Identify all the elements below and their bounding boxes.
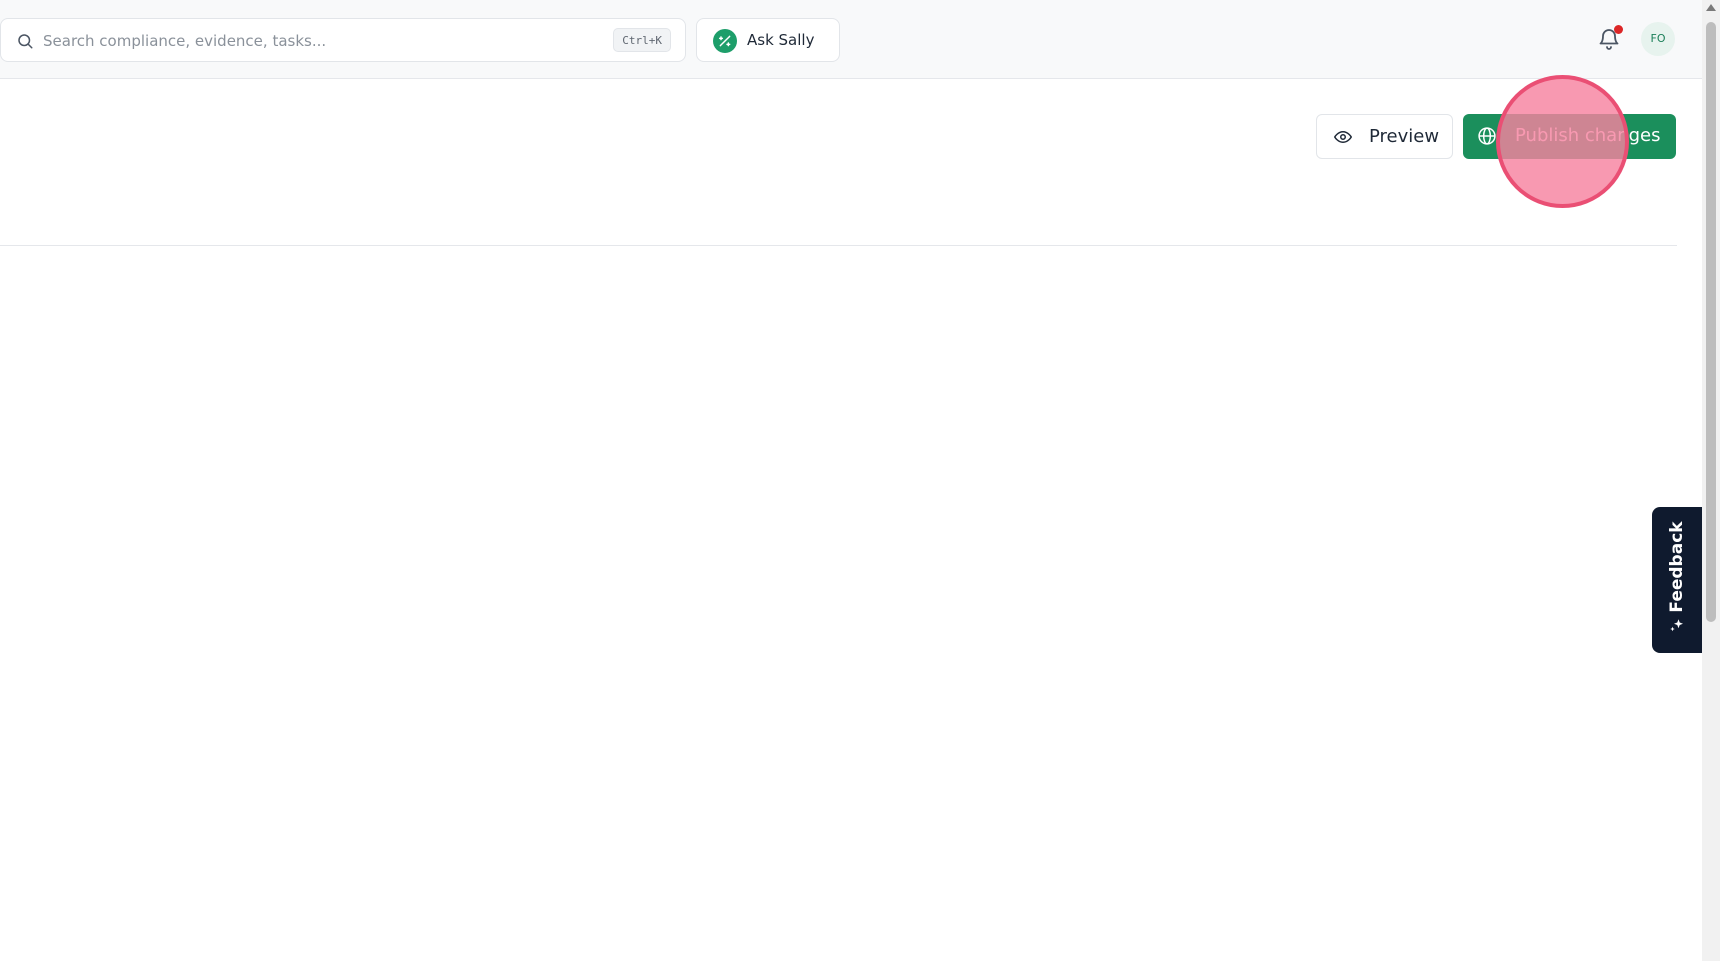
notification-badge	[1614, 25, 1623, 34]
magic-wand-icon	[713, 29, 737, 53]
preview-button[interactable]: Preview	[1316, 114, 1453, 159]
preview-label: Preview	[1369, 126, 1440, 147]
ask-sally-button[interactable]: Ask Sally	[696, 18, 840, 62]
section-divider	[0, 245, 1677, 246]
search-box[interactable]: Ctrl+K	[0, 18, 686, 62]
top-bar: Ctrl+K Ask Sally FO	[0, 0, 1702, 79]
eye-icon	[1334, 131, 1352, 143]
scroll-up-arrow[interactable]	[1706, 4, 1716, 11]
search-input[interactable]	[43, 30, 603, 52]
vertical-scrollbar[interactable]	[1702, 0, 1720, 961]
publish-changes-label: Publish changes	[1515, 125, 1661, 146]
scroll-thumb[interactable]	[1706, 22, 1716, 622]
search-icon	[18, 34, 33, 49]
sparkle-icon	[1670, 619, 1683, 632]
globe-icon	[1478, 127, 1496, 145]
ask-sally-label: Ask Sally	[747, 31, 815, 49]
feedback-tab[interactable]: Feedback	[1652, 507, 1702, 653]
search-shortcut-hint: Ctrl+K	[613, 28, 671, 52]
publish-changes-button[interactable]: Publish changes	[1463, 114, 1676, 159]
avatar[interactable]: FO	[1641, 22, 1675, 56]
feedback-label: Feedback	[1667, 521, 1687, 613]
